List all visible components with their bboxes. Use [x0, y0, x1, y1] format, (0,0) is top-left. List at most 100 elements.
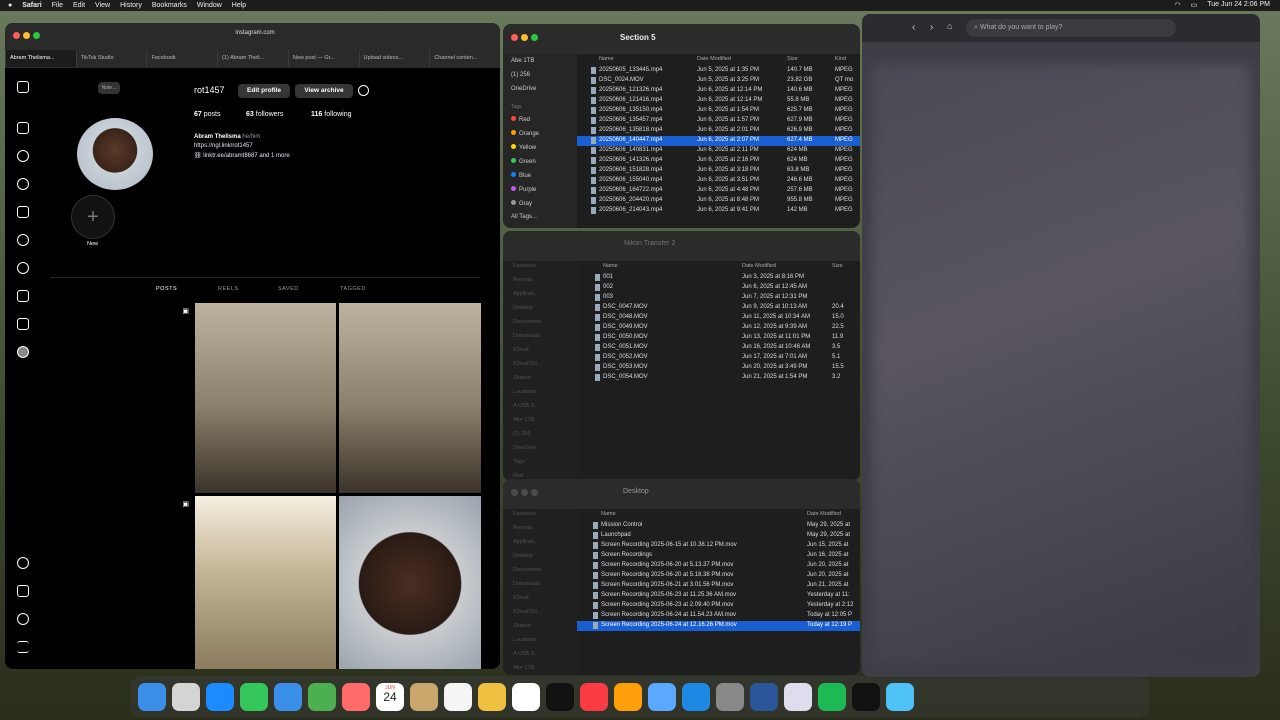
menu-edit[interactable]: Edit — [73, 2, 85, 9]
menu-window[interactable]: Window — [197, 2, 222, 9]
close-button[interactable] — [13, 32, 20, 39]
forward-icon[interactable]: › — [930, 22, 933, 33]
sidebar-item[interactable]: Shared — [513, 375, 531, 381]
column-date-modified[interactable]: Date Modified — [697, 56, 731, 62]
dock-app-calendar[interactable]: JUN 24 — [376, 683, 404, 711]
table-row[interactable]: 20250606_164722.mp4 Jun 6, 2025 at 4:48 P… — [577, 186, 860, 196]
column-size[interactable]: Size — [832, 263, 843, 269]
sidebar-item[interactable]: A USB 3. — [513, 651, 535, 657]
note-bubble[interactable]: Note... — [98, 82, 120, 94]
tag-purple[interactable]: Purple — [511, 186, 536, 193]
sidebar-item[interactable]: Locations — [513, 389, 537, 395]
sidebar-item[interactable]: Recents — [513, 525, 533, 531]
sidebar-item[interactable]: Abe 1TB — [513, 665, 534, 671]
table-row[interactable]: 20250606_140447.mp4 Jun 6, 2025 at 2:07 P… — [577, 136, 860, 146]
new-highlight-button[interactable]: + — [71, 195, 115, 239]
dock-app-finder[interactable] — [138, 683, 166, 711]
post-thumbnail[interactable] — [195, 496, 336, 669]
create-icon[interactable] — [17, 290, 29, 302]
sidebar-item[interactable]: Documents — [513, 319, 541, 325]
dock-app-word[interactable] — [716, 683, 744, 711]
dock-app-notes[interactable] — [410, 683, 438, 711]
tag-all[interactable]: All Tags... — [511, 214, 537, 220]
notifications-icon[interactable] — [17, 262, 29, 274]
table-row[interactable]: DSC_0053.MOV Jun 20, 2025 at 3:49 PM 15.5 — [577, 363, 860, 373]
sidebar-item[interactable]: Desktop — [513, 553, 533, 559]
tab-tiktok[interactable]: TikTok Studio — [75, 50, 147, 67]
sidebar-item[interactable]: Locations — [513, 637, 537, 643]
tag-green[interactable]: Green — [511, 158, 536, 165]
table-row[interactable]: 001 Jun 3, 2025 at 8:16 PM — [577, 273, 860, 283]
sidebar-item[interactable]: Downloads — [513, 581, 540, 587]
table-row[interactable]: 002 Jun 6, 2025 at 12:45 AM — [577, 283, 860, 293]
dock-app-folder[interactable] — [852, 683, 880, 711]
view-archive-button[interactable]: View archive — [295, 84, 353, 98]
dock-app-trash[interactable] — [886, 683, 914, 711]
dock-app-music[interactable] — [546, 683, 574, 711]
sidebar-item[interactable]: Abe 1TB — [513, 417, 534, 423]
menu-safari[interactable]: Safari — [22, 2, 41, 9]
sidebar-item[interactable]: Desktop — [513, 305, 533, 311]
home-icon[interactable]: ⌂ — [947, 21, 952, 31]
tab-facebook[interactable]: Facebook — [146, 50, 217, 67]
dock-app-system-settings[interactable] — [682, 683, 710, 711]
table-row[interactable]: 20250606_135457.mp4 Jun 6, 2025 at 1:57 P… — [577, 116, 860, 126]
table-row[interactable]: DSC_0048.MOV Jun 11, 2025 at 10:34 AM 15.0 — [577, 313, 860, 323]
column-name[interactable]: Name — [599, 56, 614, 62]
table-row[interactable]: DSC_0024.MOV Jun 5, 2025 at 3:25 PM 23.82 … — [577, 76, 860, 86]
table-row[interactable]: DSC_0050.MOV Jun 13, 2025 at 11:01 PM 11.9 — [577, 333, 860, 343]
table-row[interactable]: 20250606_214043.mp4 Jun 6, 2025 at 9:41 P… — [577, 206, 860, 216]
dashboard-icon[interactable] — [17, 318, 29, 330]
table-row[interactable]: Launchpad May 29, 2025 at — [577, 531, 860, 541]
dock-app-safari[interactable] — [206, 683, 234, 711]
sidebar-item[interactable]: Favorites — [513, 511, 536, 517]
table-row[interactable]: Screen Recording 2025-06-20 at 5.13.37 P… — [577, 561, 860, 571]
minimize-button[interactable] — [23, 32, 30, 39]
sidebar-item[interactable]: iCloud — [513, 595, 529, 601]
dock-app-quicktime[interactable] — [614, 683, 642, 711]
home-icon[interactable] — [17, 122, 29, 134]
table-row[interactable]: 20250606_204420.mp4 Jun 6, 2025 at 8:48 P… — [577, 196, 860, 206]
sidebar-item[interactable]: Favorites — [513, 263, 536, 269]
table-row[interactable]: DSC_0051.MOV Jun 16, 2025 at 10:46 AM 3.5 — [577, 343, 860, 353]
post-thumbnail[interactable] — [195, 303, 336, 493]
settings-gear-icon[interactable] — [358, 85, 369, 96]
tab-tagged[interactable]: TAGGED — [340, 286, 366, 292]
sidebar-item[interactable]: Documents — [513, 567, 541, 573]
table-row[interactable]: DSC_0047.MOV Jun 9, 2025 at 10:13 AM 20.4 — [577, 303, 860, 313]
tab-instagram[interactable]: Abram Thelisma... — [5, 50, 76, 67]
menubar-clock[interactable]: Tue Jun 24 2:06 PM — [1207, 1, 1270, 9]
sidebar-item[interactable]: iCloud Dri... — [513, 609, 542, 615]
profile-link-ngl[interactable]: https://ngl.link/rot1457 — [194, 143, 253, 149]
table-row[interactable]: 20250606_121326.mp4 Jun 6, 2025 at 12:14 … — [577, 86, 860, 96]
sidebar-item[interactable]: (1) 256 — [511, 72, 530, 78]
menu-icon[interactable] — [17, 641, 29, 653]
following-count[interactable]: 116 following — [311, 111, 352, 118]
tab-posts[interactable]: POSTS — [156, 286, 177, 292]
post-thumbnail[interactable]: ▣ — [51, 496, 192, 669]
table-row[interactable]: 20250606_151828.mp4 Jun 6, 2025 at 3:18 P… — [577, 166, 860, 176]
explore-icon[interactable] — [17, 178, 29, 190]
table-row[interactable]: DSC_0052.MOV Jun 17, 2025 at 7:01 AM 5.1 — [577, 353, 860, 363]
sidebar-item[interactable]: Recents — [513, 277, 533, 283]
post-thumbnail[interactable]: ▣ — [51, 303, 192, 493]
tab-reels[interactable]: REELS — [218, 286, 239, 292]
table-row[interactable]: Screen Recording 2025-06-24 at 12.16.26 … — [577, 621, 860, 631]
table-row[interactable]: 20250605_133445.mp4 Jun 5, 2025 at 1:35 P… — [577, 66, 860, 76]
table-row[interactable]: 20250606_135818.mp4 Jun 6, 2025 at 2:01 P… — [577, 126, 860, 136]
at-icon[interactable] — [17, 613, 29, 625]
dock-app-apple-tv[interactable] — [512, 683, 540, 711]
menu-file[interactable]: File — [52, 2, 63, 9]
close-button[interactable] — [511, 34, 518, 41]
table-row[interactable]: Screen Recording 2025-06-23 at 11.25.36 … — [577, 591, 860, 601]
dock-app-messages[interactable] — [240, 683, 268, 711]
table-row[interactable]: Screen Recording 2025-06-20 at 5.18.38 P… — [577, 571, 860, 581]
tab-new-post[interactable]: New post — Gr... — [287, 50, 359, 67]
sidebar-item[interactable]: iCloud — [513, 347, 529, 353]
table-row[interactable]: Screen Recording 2025-06-15 at 10.38.12 … — [577, 541, 860, 551]
table-row[interactable]: Screen Recordings Jun 16, 2025 at — [577, 551, 860, 561]
sidebar-item[interactable]: Shared — [513, 623, 531, 629]
wifi-icon[interactable]: ◠ — [1174, 1, 1180, 9]
menu-view[interactable]: View — [95, 2, 110, 9]
tag-orange[interactable]: Orange — [511, 130, 539, 137]
